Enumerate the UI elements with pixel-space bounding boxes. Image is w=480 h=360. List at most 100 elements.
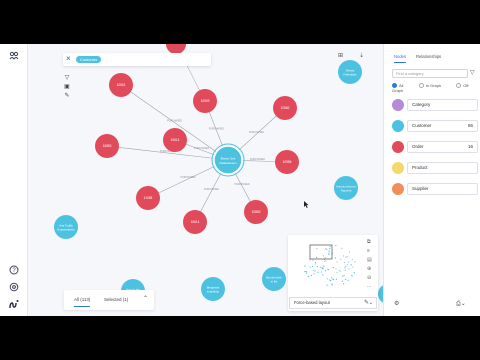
layout-select-value: Force-based layout bbox=[294, 300, 330, 305]
minimap-node bbox=[329, 279, 331, 281]
minimap-node bbox=[320, 271, 322, 273]
layers-icon[interactable]: ≡ bbox=[367, 248, 370, 254]
filter-icon[interactable]: ▽ bbox=[63, 74, 71, 83]
category-row-product[interactable]: Product bbox=[392, 162, 478, 174]
download-icon[interactable]: ⇣ bbox=[359, 52, 364, 59]
minimap-node bbox=[354, 261, 356, 263]
edge-label: PURCHASED bbox=[249, 131, 264, 134]
minimap-node bbox=[331, 284, 334, 286]
category-row-supplier[interactable]: Supplier bbox=[392, 183, 478, 195]
minimap-node bbox=[322, 255, 325, 257]
customer-node-label: Futterkiste bbox=[343, 73, 357, 77]
minimap-node bbox=[335, 244, 337, 247]
minimap-node bbox=[328, 252, 330, 254]
minimap-node bbox=[313, 273, 315, 275]
minimap-node bbox=[305, 270, 307, 273]
expand-icon[interactable]: ⊞ bbox=[338, 52, 343, 59]
lock-icon[interactable]: ▣ bbox=[63, 83, 71, 92]
fit-icon[interactable]: ⧉ bbox=[367, 239, 371, 245]
category-name: Category bbox=[412, 102, 431, 107]
left-sidebar: ? bbox=[0, 44, 28, 316]
minimap-node bbox=[322, 267, 324, 269]
edge-label: PURCHASED bbox=[204, 188, 219, 191]
perspective-icon[interactable] bbox=[9, 51, 19, 61]
filter-icon[interactable]: ▽ bbox=[470, 69, 475, 76]
minimap-node bbox=[316, 256, 318, 259]
minimap-node bbox=[331, 277, 333, 279]
zoom-out-icon[interactable]: ⊖ bbox=[367, 275, 371, 281]
minimap-node bbox=[353, 271, 355, 274]
right-panel: Nodes Relationships Find a category ▽ Al… bbox=[383, 44, 480, 316]
minimap-node bbox=[324, 257, 326, 259]
category-row-order[interactable]: Order 16 bbox=[392, 141, 478, 153]
minimap-node bbox=[344, 269, 346, 271]
zoom-in-icon[interactable]: ⊕ bbox=[367, 266, 371, 272]
minimap-node bbox=[312, 269, 314, 272]
close-icon[interactable]: × bbox=[66, 54, 71, 63]
minimap-node bbox=[351, 258, 353, 261]
edit-icon[interactable]: ✎ bbox=[364, 299, 369, 306]
minimap-node bbox=[346, 256, 348, 258]
tab-selected[interactable]: Selected (1) bbox=[104, 297, 128, 302]
edge-label: PURCHASED bbox=[250, 158, 265, 161]
minimap-node bbox=[326, 248, 328, 250]
order-node-label: 10509 bbox=[201, 99, 210, 103]
minimap-node bbox=[320, 266, 322, 269]
minimap-node bbox=[311, 265, 314, 267]
minimap-node bbox=[326, 284, 328, 286]
minimap-node bbox=[345, 278, 347, 281]
category-color-swatch bbox=[392, 162, 404, 174]
category-box: Supplier bbox=[407, 183, 478, 195]
category-color-swatch bbox=[392, 120, 404, 132]
minimap-node bbox=[343, 283, 345, 285]
minimap-node bbox=[334, 257, 336, 259]
more-icon[interactable]: ⋯ bbox=[367, 284, 372, 290]
minimap-node bbox=[341, 247, 343, 249]
tab-relationships[interactable]: Relationships bbox=[416, 54, 441, 59]
radio-dot bbox=[418, 83, 424, 88]
radio-in-graph[interactable]: In Graph bbox=[418, 83, 449, 88]
category-row-customer[interactable]: Customer 86 bbox=[392, 120, 478, 132]
order-node-label: 10582 bbox=[281, 106, 290, 110]
search-bar[interactable]: × Customer bbox=[63, 53, 211, 66]
minimap-node bbox=[326, 278, 329, 280]
customer-node-label: et fils bbox=[271, 280, 278, 284]
minimap-node bbox=[336, 272, 338, 274]
grid-icon[interactable]: ▤ bbox=[367, 257, 372, 263]
minimap-viewport[interactable] bbox=[309, 244, 333, 260]
edge-label: PURCHASED bbox=[167, 120, 182, 123]
order-node-label: 10956 bbox=[283, 160, 292, 164]
minimap-node bbox=[340, 258, 342, 260]
minimap-node bbox=[329, 245, 331, 248]
minimap-node bbox=[324, 270, 326, 272]
category-row-category[interactable]: Category bbox=[392, 99, 478, 111]
minimap-node bbox=[323, 260, 326, 263]
help-icon[interactable]: ? bbox=[9, 265, 19, 275]
print-icon[interactable]: ⎙⌄ bbox=[456, 300, 466, 308]
chevron-up-icon[interactable]: ⌃ bbox=[143, 295, 148, 302]
minimap-node bbox=[344, 267, 346, 269]
edge-label: PURCHASED bbox=[234, 183, 249, 186]
category-box: Category bbox=[407, 99, 478, 111]
category-search-input[interactable]: Find a category bbox=[392, 69, 468, 78]
share-icon[interactable]: ✎ bbox=[63, 92, 71, 101]
edges-layer: PURCHASED PURCHASED PURCHASED PURCHASED PURC… bbox=[106, 44, 288, 223]
settings-icon[interactable] bbox=[9, 282, 19, 292]
canvas-tools: ▽ ▣ ✎ bbox=[63, 74, 71, 101]
minimap-node bbox=[351, 275, 353, 277]
order-node-label: 10501 bbox=[117, 83, 126, 87]
minimap-node bbox=[327, 268, 329, 270]
minimap-node bbox=[314, 261, 317, 263]
settings-icon[interactable]: ⚙ bbox=[394, 300, 399, 307]
bloom-logo-icon bbox=[9, 299, 19, 309]
minimap-node bbox=[347, 261, 349, 263]
minimap-node bbox=[336, 261, 338, 263]
search-chip[interactable]: Customer bbox=[76, 56, 102, 63]
tab-all[interactable]: All (113) bbox=[74, 297, 91, 307]
order-node-label: 10614 bbox=[171, 138, 180, 142]
category-box: Customer 86 bbox=[407, 120, 478, 132]
tab-nodes[interactable]: Nodes bbox=[394, 54, 407, 63]
minimap-graph[interactable] bbox=[290, 237, 368, 295]
minimap-node bbox=[341, 280, 344, 282]
minimap-node bbox=[352, 266, 354, 268]
